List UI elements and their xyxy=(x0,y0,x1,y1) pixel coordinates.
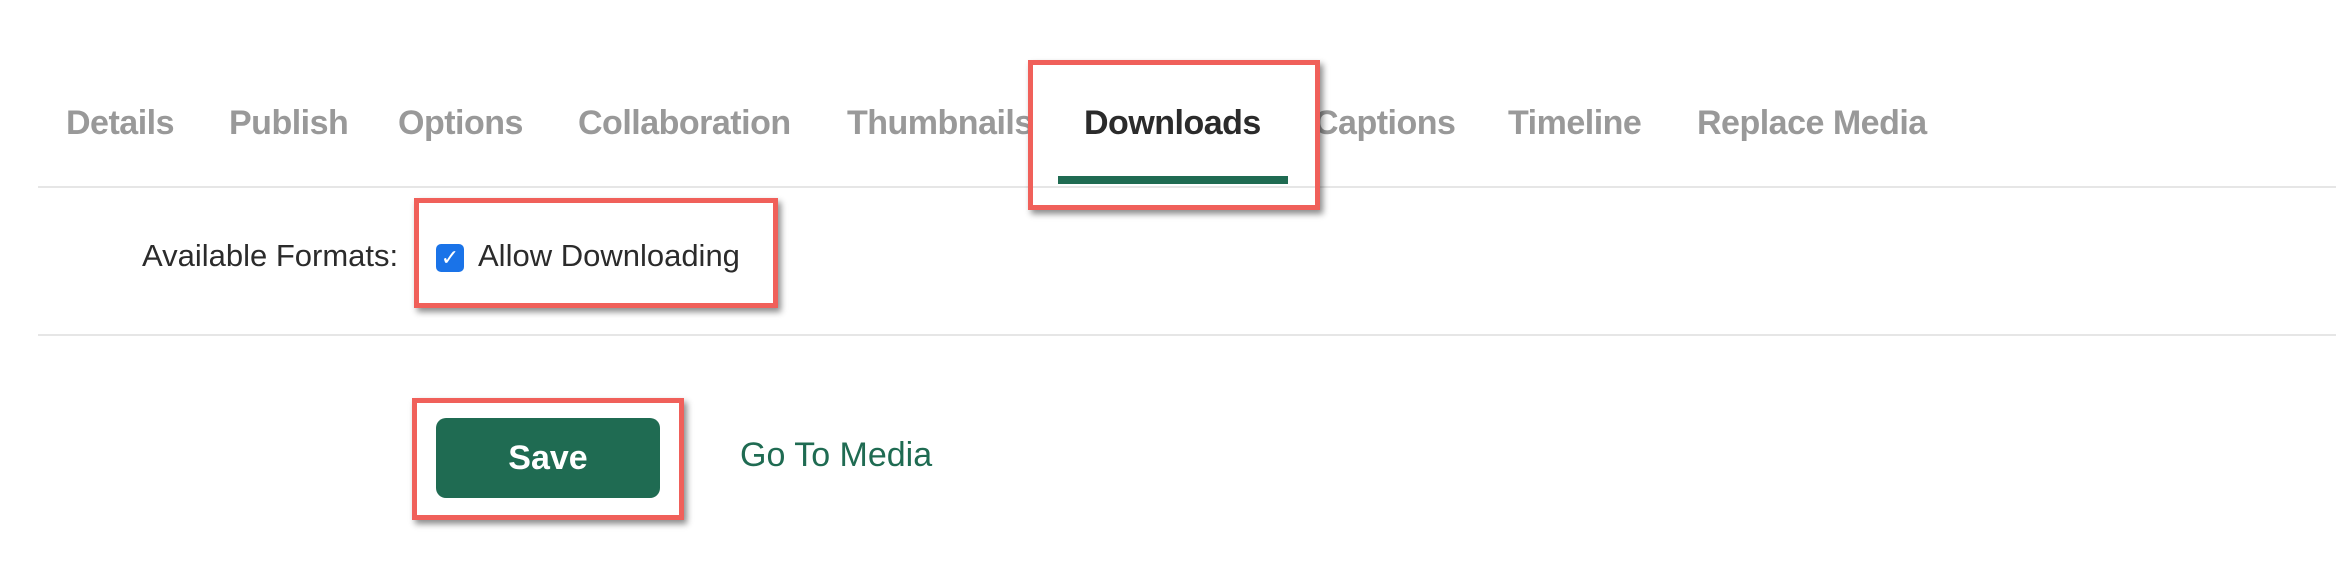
allow-downloading-label[interactable]: Allow Downloading xyxy=(478,238,740,274)
available-formats-label: Available Formats: xyxy=(142,238,399,273)
section-divider xyxy=(38,334,2336,336)
checkmark-icon: ✓ xyxy=(440,245,460,270)
tab-thumbnails[interactable]: Thumbnails xyxy=(847,104,1033,143)
tab-options[interactable]: Options xyxy=(398,104,523,143)
tab-details[interactable]: Details xyxy=(66,104,175,143)
go-to-media-link[interactable]: Go To Media xyxy=(740,436,932,475)
tab-downloads[interactable]: Downloads xyxy=(1084,104,1261,143)
tab-captions[interactable]: Captions xyxy=(1314,104,1456,143)
allow-downloading-checkbox[interactable]: ✓ xyxy=(436,244,464,272)
tab-replace-media[interactable]: Replace Media xyxy=(1697,104,1927,143)
tab-collaboration[interactable]: Collaboration xyxy=(578,104,791,143)
save-button[interactable]: Save xyxy=(436,418,660,498)
tab-timeline[interactable]: Timeline xyxy=(1508,104,1642,143)
tab-bar: Details Publish Options Collaboration Th… xyxy=(0,0,2336,187)
active-tab-indicator xyxy=(1058,176,1288,184)
tab-publish[interactable]: Publish xyxy=(229,104,349,143)
tab-divider xyxy=(38,186,2336,188)
